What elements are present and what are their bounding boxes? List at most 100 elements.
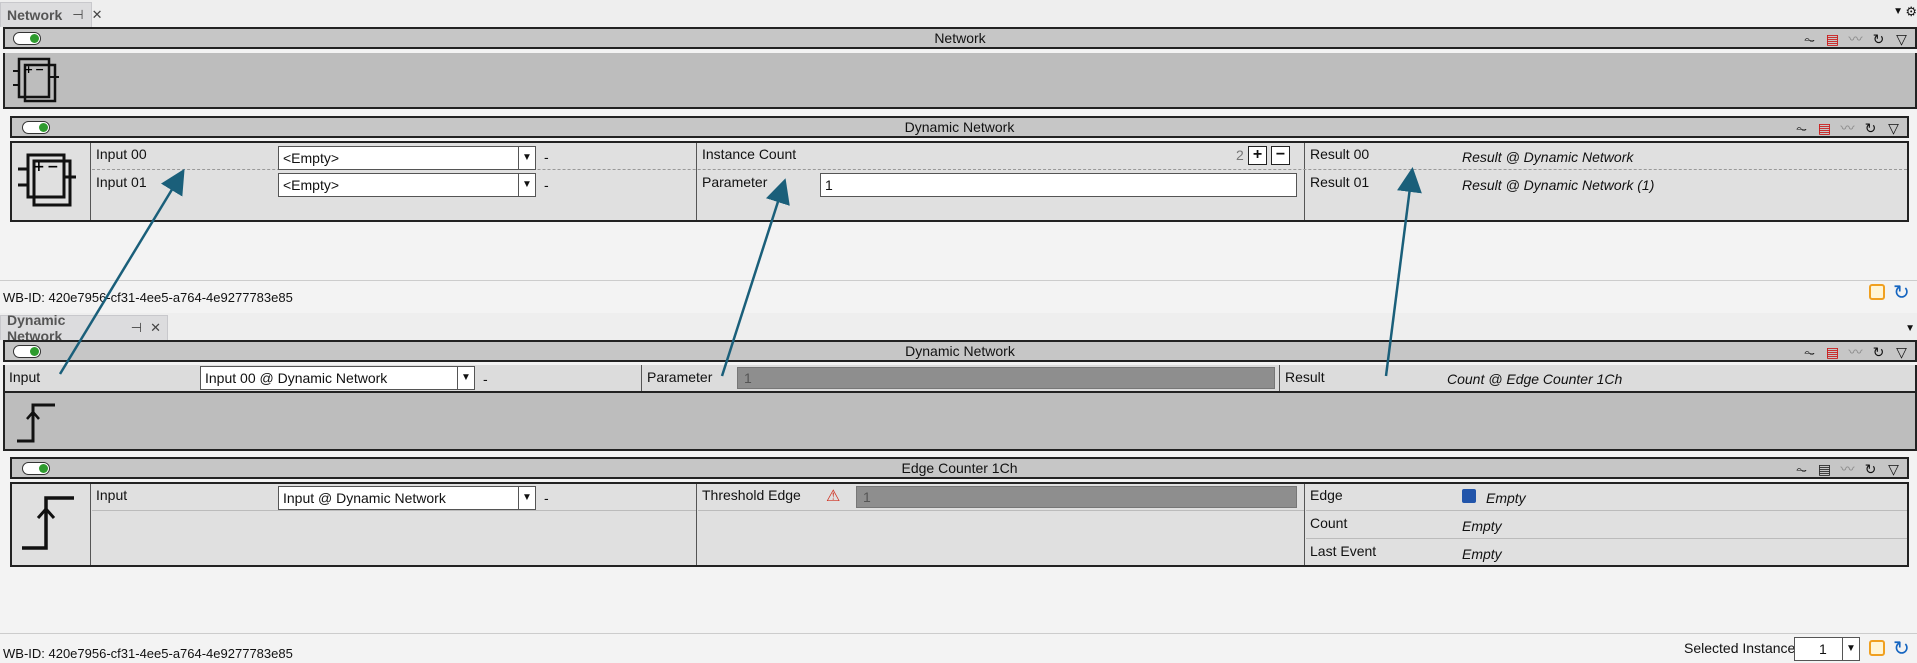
edge-counter-toggle[interactable]: [22, 462, 50, 475]
tab-dynamic-network[interactable]: Dynamic Network ⊣ ✕: [0, 312, 168, 344]
edge-counter-titlebar: Edge Counter 1Ch ⏦ ▤ 〰 ↻ ▽: [10, 457, 1909, 479]
edge-input-value: Input @ Dynamic Network: [283, 490, 446, 506]
last-event-label: Last Event: [1310, 543, 1377, 559]
input-01-select[interactable]: <Empty> ▼: [278, 173, 536, 197]
signal-icon[interactable]: 〰: [1838, 119, 1857, 137]
network-titlebar: Network ⏦ ▤ 〰 ↻ ▽: [3, 27, 1917, 49]
input-00-value: <Empty>: [283, 150, 340, 166]
close-icon[interactable]: ✕: [150, 320, 161, 336]
dyn-bottom-parameter-value: 1: [744, 370, 752, 386]
dyn-bottom-title: Dynamic Network: [905, 343, 1015, 359]
filter-icon[interactable]: ▽: [1892, 343, 1911, 361]
svg-text:+: +: [24, 63, 33, 76]
chevron-down-icon[interactable]: ▼: [518, 174, 535, 196]
network-toggle[interactable]: [13, 32, 41, 45]
tab-network[interactable]: Network ⊣ ✕: [0, 2, 102, 27]
network-title: Network: [934, 30, 986, 46]
chevron-down-icon[interactable]: ▼: [1842, 638, 1859, 660]
threshold-label: Threshold Edge: [702, 487, 801, 503]
dyn-bottom-toolbar: ⏦ ▤ 〰 ↻ ▽: [1800, 343, 1911, 361]
scope-icon[interactable]: ⏦: [1800, 343, 1819, 361]
chevron-down-icon[interactable]: ▼: [1893, 6, 1903, 17]
input-00-dash: -: [544, 149, 549, 165]
save-icon[interactable]: [1462, 489, 1476, 503]
filter-icon[interactable]: ▽: [1892, 30, 1911, 48]
instance-count-label: Instance Count: [702, 146, 797, 162]
edge-input-select[interactable]: Input @ Dynamic Network ▼: [278, 486, 536, 510]
pdf-icon[interactable]: ▤: [1815, 119, 1834, 137]
threshold-value: 1: [863, 489, 871, 505]
svg-text:−: −: [47, 159, 59, 175]
pin-icon[interactable]: ⊣: [131, 320, 142, 336]
selected-instance-value: 1: [1819, 641, 1827, 657]
scope-icon[interactable]: ⏦: [1792, 460, 1811, 478]
input-00-select[interactable]: <Empty> ▼: [278, 146, 536, 170]
result-01-value: Result @ Dynamic Network (1): [1462, 177, 1655, 193]
refresh-icon[interactable]: ↻: [1893, 636, 1910, 661]
dyn-top-toolbar: ⏦ ▤ 〰 ↻ ▽: [1792, 119, 1903, 137]
wbid-top: WB-ID: 420e7956-cf31-4ee5-a764-4e9277783…: [3, 290, 293, 305]
network-toolbar: ⏦ ▤ 〰 ↻ ▽: [1800, 30, 1911, 48]
alarm-icon[interactable]: ⚠: [826, 486, 840, 506]
selected-instance-label: Selected Instance:: [1684, 640, 1800, 656]
signal-icon[interactable]: 〰: [1838, 460, 1857, 478]
dyn-bottom-toggle[interactable]: [13, 345, 41, 358]
dyn-top-title: Dynamic Network: [904, 119, 1015, 135]
dyn-bottom-parameter-field: 1: [737, 367, 1275, 389]
signal-icon[interactable]: 〰: [1846, 343, 1865, 361]
close-icon[interactable]: ✕: [92, 7, 103, 23]
tab-network-label: Network: [7, 7, 63, 23]
input-00-label: Input 00: [96, 146, 147, 162]
selected-instance-select[interactable]: 1 ▼: [1794, 637, 1860, 661]
count-output-label: Count: [1310, 515, 1348, 531]
input-01-value: <Empty>: [283, 177, 340, 193]
chevron-down-icon[interactable]: ▼: [457, 367, 474, 389]
document-icon[interactable]: ▤: [1815, 460, 1834, 478]
count-output-value: Empty: [1462, 518, 1502, 534]
refresh-icon[interactable]: ↻: [1869, 30, 1888, 48]
edge-step-icon: [22, 496, 74, 550]
edge-counter-body: Input Input @ Dynamic Network ▼ - Thresh…: [10, 482, 1909, 567]
pdf-icon[interactable]: ▤: [1823, 30, 1842, 48]
refresh-icon[interactable]: ↻: [1861, 460, 1880, 478]
refresh-icon[interactable]: ↻: [1893, 280, 1910, 305]
chevron-down-icon[interactable]: ▼: [518, 147, 535, 169]
warning-icon[interactable]: [1869, 284, 1885, 300]
edge-counter-toolbar: ⏦ ▤ 〰 ↻ ▽: [1792, 460, 1903, 478]
scope-icon[interactable]: ⏦: [1800, 30, 1819, 48]
refresh-icon[interactable]: ↻: [1869, 343, 1888, 361]
remove-instance-button[interactable]: −: [1271, 146, 1290, 165]
gear-icon[interactable]: ⚙: [1905, 4, 1917, 20]
dyn-bottom-result-value: Count @ Edge Counter 1Ch: [1447, 371, 1623, 387]
chevron-down-icon[interactable]: ▼: [518, 487, 535, 509]
network-block-icon: + −: [13, 57, 59, 103]
dyn-bottom-parameter-label: Parameter: [647, 369, 713, 385]
pdf-icon[interactable]: ▤: [1823, 343, 1842, 361]
network-body: + −: [3, 53, 1917, 109]
parameter-input[interactable]: 1: [820, 173, 1297, 197]
dyn-bottom-result-label: Result: [1285, 369, 1325, 385]
dyn-bottom-row: Input Input 00 @ Dynamic Network ▼ - Par…: [3, 365, 1917, 393]
dyn-top-toggle[interactable]: [22, 121, 50, 134]
result-00-label: Result 00: [1310, 146, 1370, 162]
edge-output-label: Edge: [1310, 487, 1343, 503]
filter-icon[interactable]: ▽: [1884, 119, 1903, 137]
signal-icon[interactable]: 〰: [1846, 30, 1865, 48]
filter-icon[interactable]: ▽: [1884, 460, 1903, 478]
svg-text:−: −: [35, 63, 44, 76]
chevron-down-icon[interactable]: ▼: [1905, 323, 1915, 334]
dyn-bottom-input-label: Input: [9, 369, 41, 385]
pin-icon[interactable]: ⊣: [72, 7, 83, 23]
scope-icon[interactable]: ⏦: [1792, 119, 1811, 137]
add-instance-button[interactable]: +: [1248, 146, 1267, 165]
bottom-tabbar: Dynamic Network ⊣ ✕ ▼: [0, 312, 1917, 344]
instance-count-value: 2: [1236, 147, 1244, 163]
dyn-bottom-input-select[interactable]: Input 00 @ Dynamic Network ▼: [200, 366, 475, 390]
refresh-icon[interactable]: ↻: [1861, 119, 1880, 137]
edge-step-icon: [17, 403, 55, 443]
warning-icon[interactable]: [1869, 640, 1885, 656]
dyn-top-titlebar: Dynamic Network ⏦ ▤ 〰 ↻ ▽: [10, 116, 1909, 138]
edge-counter-title: Edge Counter 1Ch: [901, 460, 1018, 476]
top-tabbar: Network ⊣ ✕ ▼ ⚙: [0, 0, 1917, 27]
network-block-icon: + −: [18, 153, 76, 207]
